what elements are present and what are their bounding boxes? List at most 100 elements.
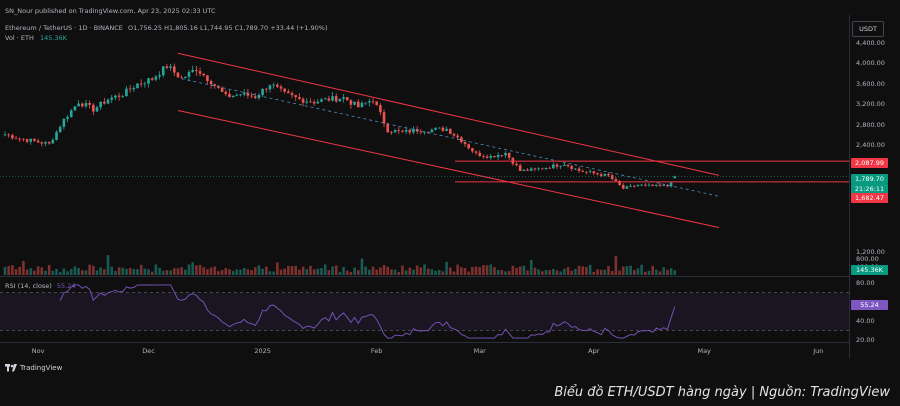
volume-bar <box>287 265 290 275</box>
volume-bar <box>147 269 150 275</box>
volume-bar <box>471 266 474 275</box>
volume-bar <box>176 268 180 275</box>
candle <box>485 154 489 159</box>
volume-bar <box>290 266 294 275</box>
candle <box>172 63 176 76</box>
rsi-pane <box>0 284 849 339</box>
price-chart[interactable] <box>0 0 849 360</box>
volume-bar <box>529 259 533 275</box>
rsi-label: RSI (14, close) <box>5 282 52 290</box>
volume-bar <box>125 269 128 275</box>
time-tick: Apr <box>588 347 600 355</box>
candle <box>574 168 577 171</box>
volume-bar <box>463 267 467 275</box>
channel-mid-dashed-line[interactable] <box>181 78 720 197</box>
volume-bar <box>522 265 526 275</box>
candle <box>452 132 456 138</box>
volume-bar <box>467 271 470 275</box>
candle <box>195 65 198 76</box>
volume-tick: 1,200.00 <box>856 247 885 256</box>
volume-bar <box>423 264 426 275</box>
volume-bar <box>18 266 22 275</box>
time-tick: Nov <box>31 347 45 355</box>
candle <box>448 128 452 135</box>
candle <box>235 93 239 97</box>
candle <box>625 185 629 189</box>
volume-bar <box>11 265 14 275</box>
candle <box>7 133 10 138</box>
candle <box>257 93 261 101</box>
volume-bar <box>644 271 647 275</box>
candle <box>655 184 658 187</box>
candle <box>522 169 526 172</box>
volume-bar <box>121 267 125 275</box>
volume-bar <box>632 270 636 275</box>
candle <box>298 93 301 100</box>
volume-bar <box>264 266 268 275</box>
candle <box>187 69 191 81</box>
candle <box>161 66 165 78</box>
candle <box>224 89 228 97</box>
candle <box>632 184 636 188</box>
volume-bar <box>132 269 136 275</box>
volume-bar <box>419 267 423 275</box>
volume-bar <box>456 264 459 275</box>
candle <box>44 140 47 147</box>
candle <box>136 83 139 89</box>
time-tick: Jun <box>813 347 824 355</box>
candle <box>360 100 364 108</box>
candle <box>397 126 401 135</box>
channel-upper-line[interactable] <box>177 52 720 176</box>
volume-bar <box>599 269 603 275</box>
candle <box>507 152 511 160</box>
candle <box>610 173 614 181</box>
volume-bar <box>195 265 198 275</box>
candle <box>544 167 548 170</box>
candle <box>14 135 18 140</box>
candle <box>563 162 566 167</box>
volume-bar <box>99 267 102 275</box>
volume-bar <box>386 266 390 275</box>
candle <box>198 67 202 77</box>
candle <box>36 138 40 144</box>
candle <box>504 151 507 158</box>
candle <box>33 138 36 142</box>
time-tick: 2025 <box>254 347 271 355</box>
candle <box>412 126 415 135</box>
volume-bar <box>320 268 323 275</box>
volume-bar <box>588 264 592 275</box>
volume-bar <box>393 269 397 275</box>
candle <box>647 182 651 187</box>
volume-bar <box>614 256 618 275</box>
volume-bar <box>139 264 143 275</box>
candle <box>408 128 412 135</box>
price-tick: 4,000.00 <box>856 59 885 68</box>
volume-bar <box>228 269 231 275</box>
candle <box>320 97 323 103</box>
candle <box>401 129 404 133</box>
candle <box>253 93 257 100</box>
volume-bar <box>62 268 66 275</box>
volume-bar <box>220 270 224 275</box>
volume-bar <box>430 269 434 275</box>
volume-bar <box>224 267 228 275</box>
volume-bar <box>66 271 69 275</box>
tradingview-logo[interactable]: TradingView <box>5 364 62 372</box>
volume-bar <box>3 266 7 275</box>
candle <box>228 89 231 98</box>
volume-bar <box>250 270 253 275</box>
candle <box>375 101 378 106</box>
candle <box>58 125 62 134</box>
volume-bar <box>537 269 540 275</box>
volume-bar <box>51 270 55 275</box>
volume-bar <box>276 262 279 275</box>
currency-button[interactable]: USDT <box>852 21 884 37</box>
candle <box>272 82 275 89</box>
candle <box>577 166 581 173</box>
candle <box>540 167 544 170</box>
volume-bar <box>283 268 286 275</box>
candle <box>353 101 356 106</box>
volume-bar <box>327 270 331 275</box>
volume-bar <box>548 270 551 275</box>
channel-lower-line[interactable] <box>177 109 720 228</box>
